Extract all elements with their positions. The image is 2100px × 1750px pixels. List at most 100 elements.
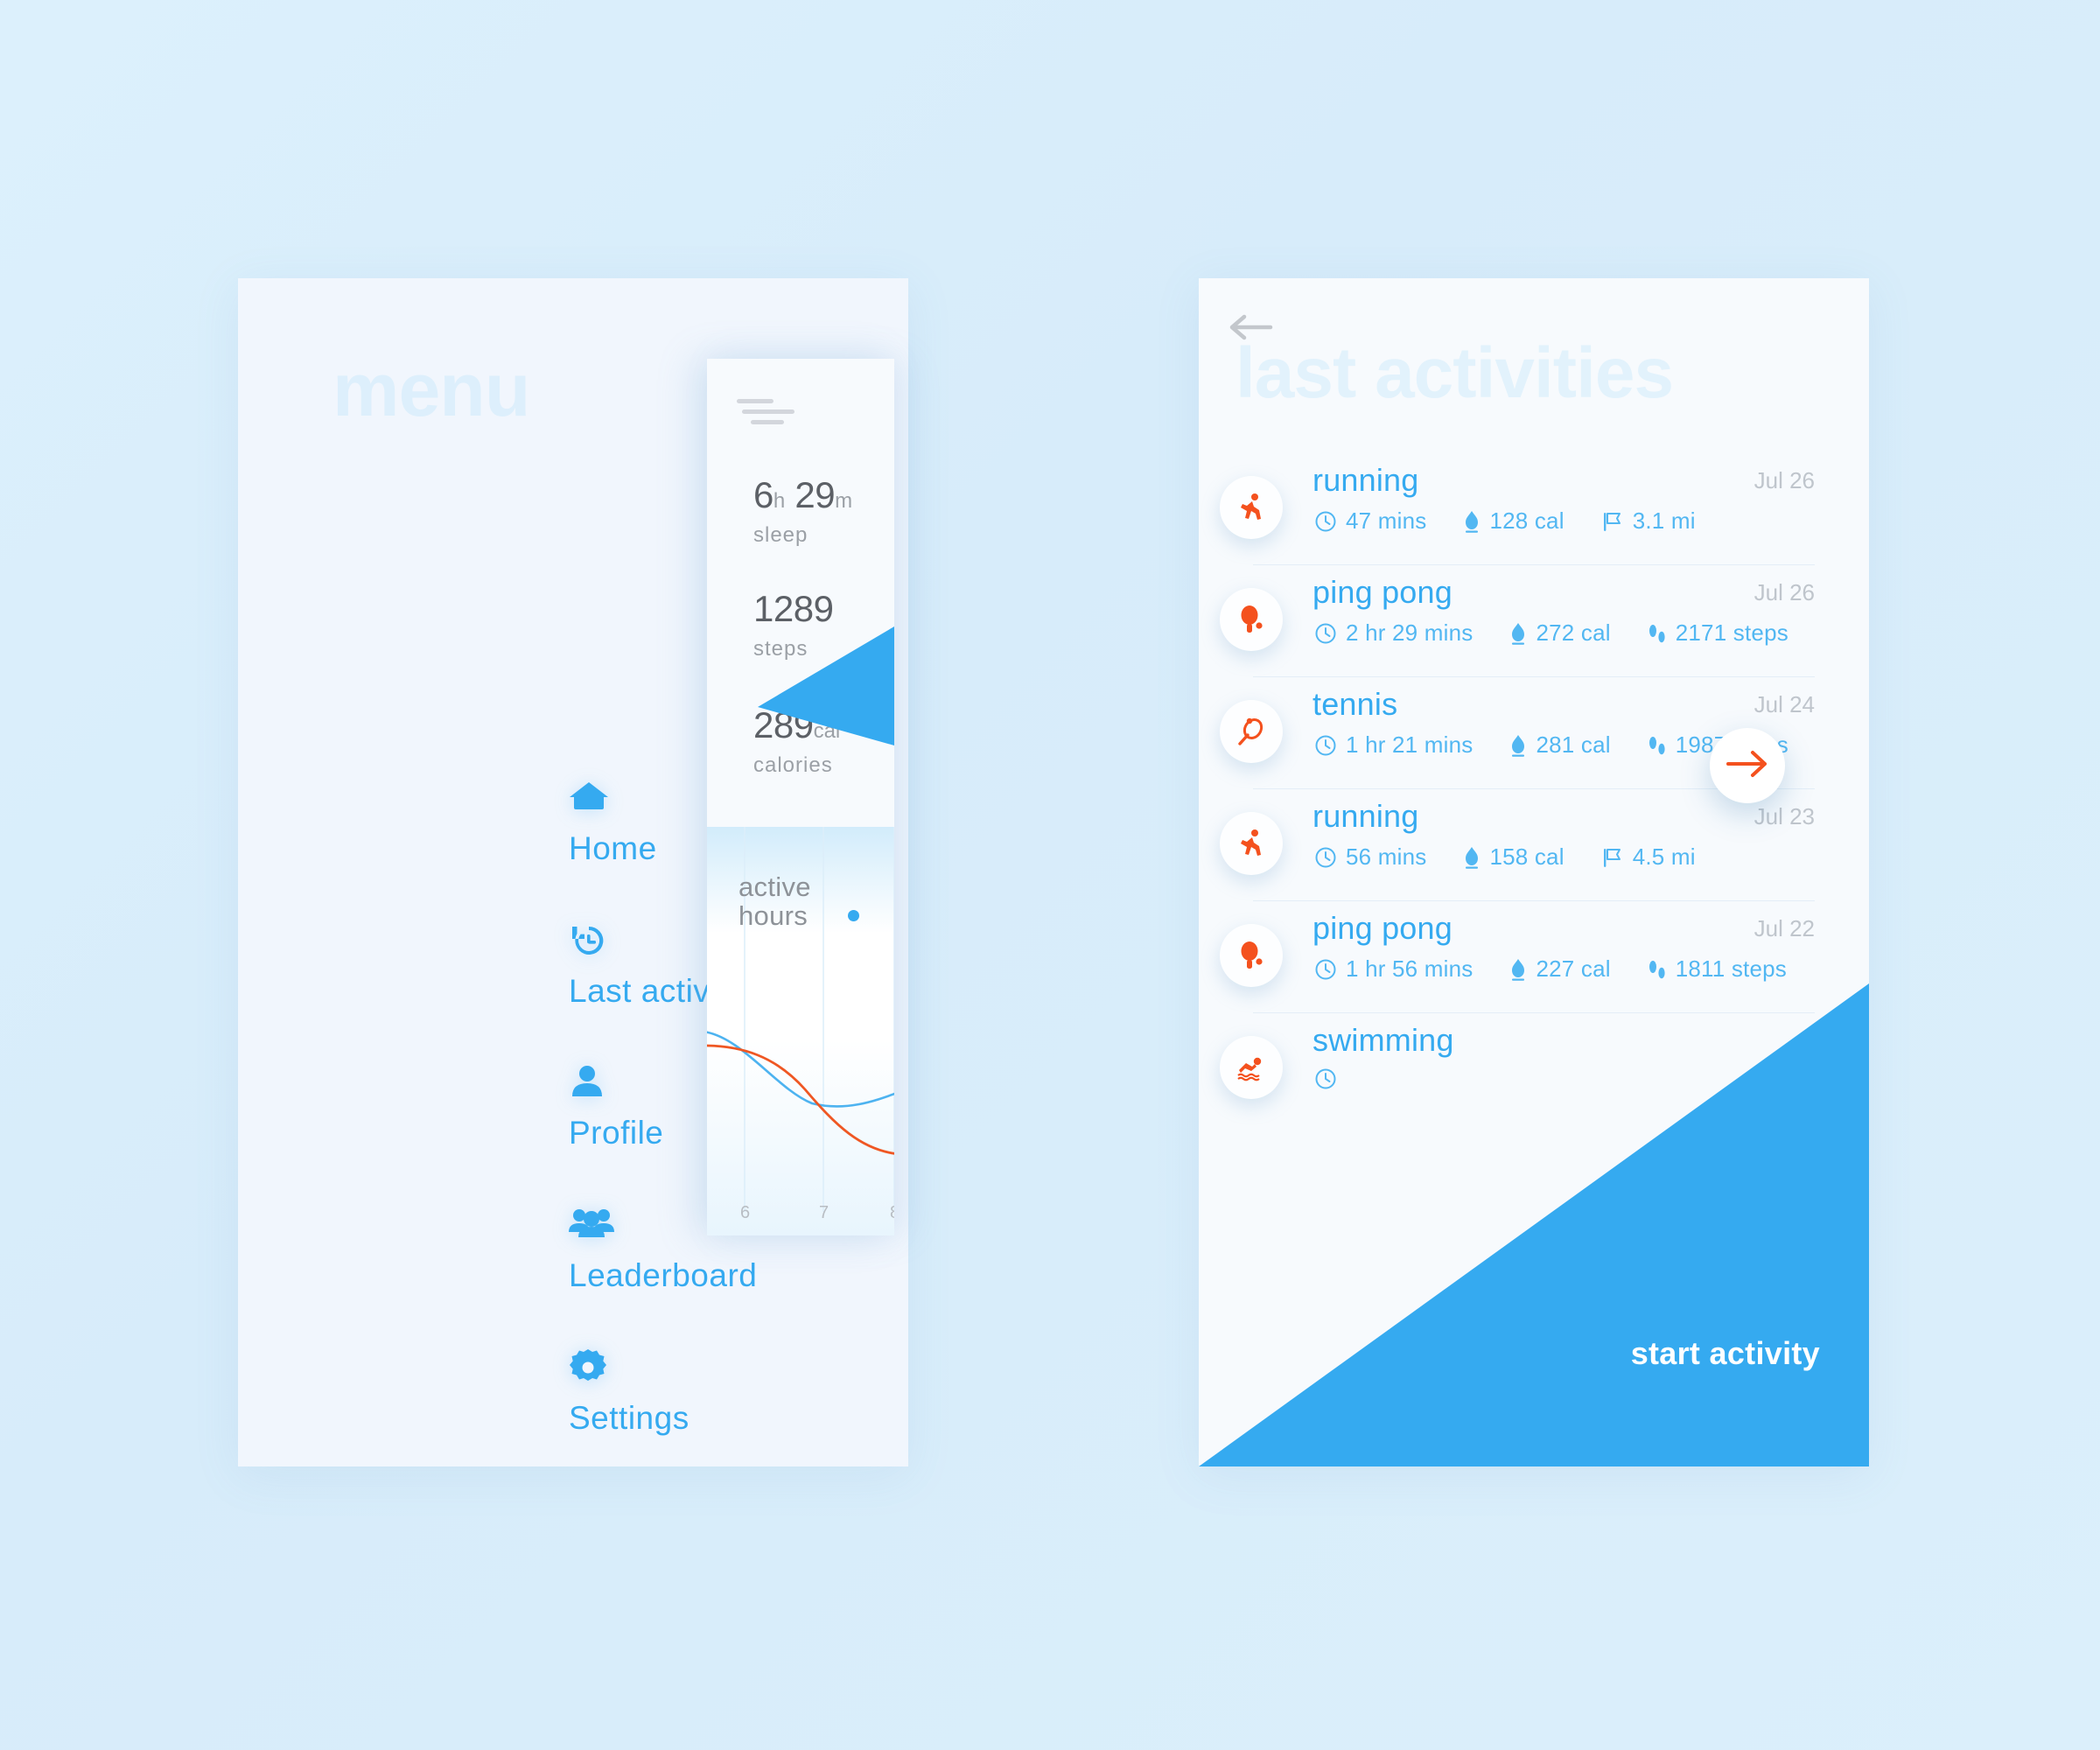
stat-steps: 1289 steps: [753, 588, 834, 662]
metric-value: 3.1 mi: [1632, 508, 1696, 534]
pingpong-icon: [1220, 924, 1283, 987]
hamburger-line: [737, 399, 774, 403]
metric-value: 158 cal: [1489, 844, 1564, 870]
footsteps-icon: [1648, 622, 1667, 645]
metric-value: 2 hr 29 mins: [1346, 620, 1474, 646]
pingpong-icon: [1220, 588, 1283, 651]
running-icon: [1220, 812, 1283, 875]
menu-title: menu: [332, 348, 530, 432]
activity-metrics: 47 mins 128 cal 3.1 mi: [1314, 508, 1696, 535]
flame-icon: [1463, 510, 1480, 533]
stat-steps-label: steps: [753, 637, 808, 661]
x-axis-tick: 6: [740, 1203, 751, 1222]
x-axis-tick: 7: [819, 1203, 830, 1222]
flame-icon: [1509, 622, 1527, 645]
clock-icon: [1314, 622, 1337, 645]
metric-value: 47 mins: [1346, 508, 1427, 534]
hamburger-line: [751, 420, 784, 424]
activity-metrics: 56 mins 158 cal 4.5 mi: [1314, 844, 1696, 871]
clock-icon: [1314, 1068, 1337, 1090]
metric-value: 281 cal: [1536, 732, 1611, 758]
metric-value: 1 hr 21 mins: [1346, 732, 1474, 758]
metric-steps: 2171 steps: [1648, 620, 1788, 647]
flame-icon: [1509, 734, 1527, 757]
activity-date: Jul 24: [1754, 691, 1815, 718]
start-activity-button[interactable]: [1710, 728, 1785, 803]
activity-name: running: [1312, 462, 1419, 498]
table-row[interactable]: running Jul 23 56 mins 158 cal 4.5 mi: [1220, 789, 1815, 901]
flag-icon: [1601, 846, 1624, 869]
metric-value: 227 cal: [1536, 956, 1611, 982]
activity-date: Jul 26: [1754, 579, 1815, 606]
clock-icon: [1314, 734, 1337, 757]
clock-icon: [1314, 510, 1337, 533]
stat-calories: 289cal calories: [753, 707, 840, 778]
footsteps-icon: [1648, 734, 1667, 757]
page-title: last activities: [1236, 333, 1674, 413]
arrow-right-icon: [1725, 746, 1770, 786]
metric-value: 128 cal: [1489, 508, 1564, 534]
chart-title-line2: hours: [738, 900, 808, 932]
activity-date: Jul 22: [1754, 915, 1815, 942]
active-hours-chart: active hours 6 7 8: [707, 827, 894, 1236]
metric-duration: 2 hr 29 mins: [1314, 620, 1473, 647]
metric-calories: 281 cal: [1509, 732, 1611, 759]
sidebar-item-label: Settings: [569, 1399, 690, 1436]
chart-title-line1: active: [738, 872, 811, 902]
table-row[interactable]: ping pong Jul 22 1 hr 56 mins 227 cal 18…: [1220, 901, 1815, 1013]
flame-icon: [1509, 958, 1527, 981]
metric-calories: 272 cal: [1509, 620, 1611, 647]
metric-value: 1811 steps: [1675, 956, 1787, 982]
activity-date: Jul 26: [1754, 467, 1815, 494]
hamburger-line: [742, 410, 794, 414]
stat-steps-value: 1289: [753, 588, 834, 629]
chart-title: active hours: [738, 872, 811, 931]
metric-duration: 1 hr 56 mins: [1314, 956, 1473, 983]
metric-steps: 1811 steps: [1648, 956, 1787, 983]
metric-calories: 128 cal: [1463, 508, 1564, 535]
activity-name: ping pong: [1312, 574, 1452, 610]
activity-name: ping pong: [1312, 910, 1452, 946]
table-row[interactable]: ping pong Jul 26 2 hr 29 mins 272 cal 21…: [1220, 565, 1815, 677]
stat-calories-value: 289cal: [753, 704, 841, 746]
metric-value: 4.5 mi: [1632, 844, 1696, 870]
flame-icon: [1463, 846, 1480, 869]
metric-value: 56 mins: [1346, 844, 1427, 870]
table-row[interactable]: swimming: [1220, 1013, 1815, 1125]
app-canvas: menu Home Last activites Profile Leaderb…: [0, 0, 2100, 1750]
table-row[interactable]: running Jul 26 47 mins 128 cal 3.1 mi: [1220, 453, 1815, 565]
flag-icon: [1601, 510, 1624, 533]
stat-calories-label: calories: [753, 753, 833, 777]
stats-summary-card: 6h 29m sleep 1289 steps 289cal calories …: [707, 359, 894, 1236]
last-activities-screen: last activities running Jul 26 47 mins 1…: [1199, 278, 1869, 1466]
metric-value: 2171 steps: [1675, 620, 1788, 646]
activity-date: Jul 23: [1754, 803, 1815, 830]
stat-sleep-label: sleep: [753, 523, 808, 547]
stat-sleep: 6h 29m sleep: [753, 477, 852, 548]
footsteps-icon: [1648, 958, 1667, 981]
clock-icon: [1314, 846, 1337, 869]
x-axis-tick: 8: [890, 1203, 894, 1223]
metric-calories: 158 cal: [1463, 844, 1564, 871]
activity-metrics: [1314, 1068, 1346, 1090]
activity-name: swimming: [1312, 1022, 1454, 1058]
metric-distance: 3.1 mi: [1601, 508, 1696, 535]
metric-duration: [1314, 1068, 1346, 1090]
chart-marker-dot: [848, 910, 859, 921]
start-activity-label[interactable]: start activity: [1631, 1335, 1820, 1372]
metric-duration: 56 mins: [1314, 844, 1426, 871]
metric-value: 1 hr 56 mins: [1346, 956, 1474, 982]
metric-calories: 227 cal: [1509, 956, 1611, 983]
activity-metrics: 1 hr 56 mins 227 cal 1811 steps: [1314, 956, 1787, 983]
gear-icon: [569, 1348, 866, 1389]
hamburger-icon[interactable]: [732, 399, 794, 429]
activity-name: running: [1312, 798, 1419, 834]
running-icon: [1220, 476, 1283, 539]
tennis-icon: [1220, 700, 1283, 763]
sidebar-item-label: Home: [569, 830, 657, 866]
stat-sleep-value: 6h 29m: [753, 474, 853, 515]
sidebar-item-label: Profile: [569, 1115, 664, 1152]
activity-name: tennis: [1312, 686, 1398, 722]
metric-distance: 4.5 mi: [1601, 844, 1696, 871]
sidebar-item-settings[interactable]: Settings: [569, 1348, 866, 1437]
